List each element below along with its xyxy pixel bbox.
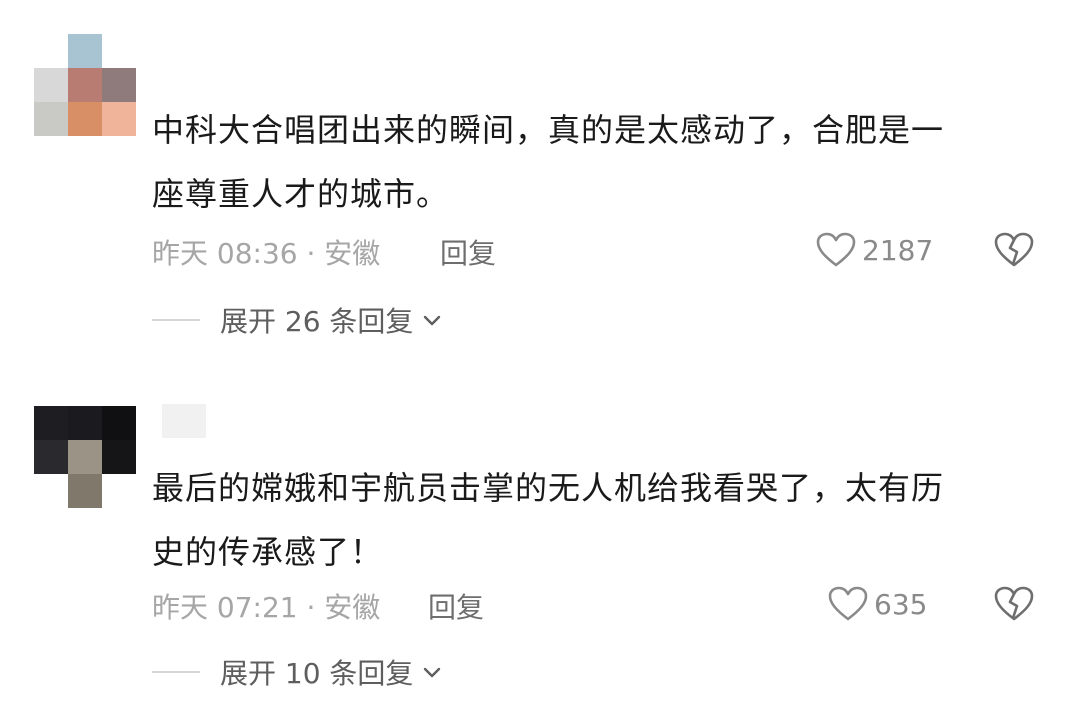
broken-heart-icon[interactable] [994, 584, 1034, 624]
avatar-pixel [102, 474, 136, 508]
expand-replies[interactable]: 展开 26 条回复 [152, 300, 443, 340]
comment-text-line: 座尊重人才的城市。 [152, 175, 450, 213]
avatar-pixel [68, 406, 102, 440]
comment-text: 最后的嫦娥和宇航员击掌的无人机给我看哭了，太有历 史的传承感了！ [152, 456, 1052, 584]
avatar-pixel [68, 474, 102, 508]
avatar-pixel [102, 68, 136, 102]
avatar[interactable] [34, 406, 136, 508]
like-count: 2187 [862, 233, 934, 267]
comment-text-line: 史的传承感了！ [152, 533, 384, 571]
like-count: 635 [874, 587, 928, 621]
avatar-pixel [68, 440, 102, 474]
comment-time-location: 昨天 08:36 · 安徽 [152, 237, 381, 270]
avatar-pixel [102, 406, 136, 440]
divider-line [152, 319, 200, 321]
avatar-pixel [34, 34, 68, 68]
reply-button[interactable]: 回复 [428, 586, 484, 626]
reply-button[interactable]: 回复 [440, 232, 496, 272]
avatar[interactable] [34, 34, 136, 136]
username-blur [162, 404, 206, 438]
comment-meta: 昨天 07:21 · 安徽 回复 635 [152, 584, 1042, 624]
comment-list: 中科大合唱团出来的瞬间，真的是太感动了，合肥是一 座尊重人才的城市。 昨天 08… [0, 0, 1080, 708]
expand-replies-label[interactable]: 展开 26 条回复 [220, 300, 413, 340]
comment-item: 中科大合唱团出来的瞬间，真的是太感动了，合肥是一 座尊重人才的城市。 昨天 08… [0, 0, 1080, 360]
broken-heart-icon[interactable] [994, 230, 1034, 270]
avatar-pixel [68, 34, 102, 68]
avatar-pixel [34, 68, 68, 102]
comment-item: 最后的嫦娥和宇航员击掌的无人机给我看哭了，太有历 史的传承感了！ 昨天 07:2… [0, 360, 1080, 708]
avatar-pixel [102, 440, 136, 474]
expand-replies[interactable]: 展开 10 条回复 [152, 652, 443, 692]
comment-text: 中科大合唱团出来的瞬间，真的是太感动了，合肥是一 座尊重人才的城市。 [152, 98, 1052, 226]
comment-time-location: 昨天 07:21 · 安徽 [152, 591, 381, 624]
divider-line [152, 671, 200, 673]
comment-meta: 昨天 08:36 · 安徽 回复 2187 [152, 230, 1042, 270]
chevron-down-icon [424, 315, 441, 326]
comment-text-line: 中科大合唱团出来的瞬间，真的是太感动了，合肥是一 [152, 111, 945, 149]
avatar-pixel [68, 68, 102, 102]
username-blurred[interactable] [152, 404, 216, 438]
avatar-pixel [34, 406, 68, 440]
avatar-pixel [102, 102, 136, 136]
avatar-pixel [34, 440, 68, 474]
expand-replies-label[interactable]: 展开 10 条回复 [220, 652, 413, 692]
avatar-pixel [34, 474, 68, 508]
avatar-pixel [102, 34, 136, 68]
like-button[interactable]: 2187 [816, 230, 933, 270]
heart-outline-icon [816, 232, 856, 267]
like-button[interactable]: 635 [828, 584, 927, 624]
heart-outline-icon [828, 586, 868, 621]
avatar-pixel [34, 102, 68, 136]
avatar-pixel [68, 102, 102, 136]
comment-text-line: 最后的嫦娥和宇航员击掌的无人机给我看哭了，太有历 [152, 469, 945, 507]
chevron-down-icon [424, 667, 441, 678]
